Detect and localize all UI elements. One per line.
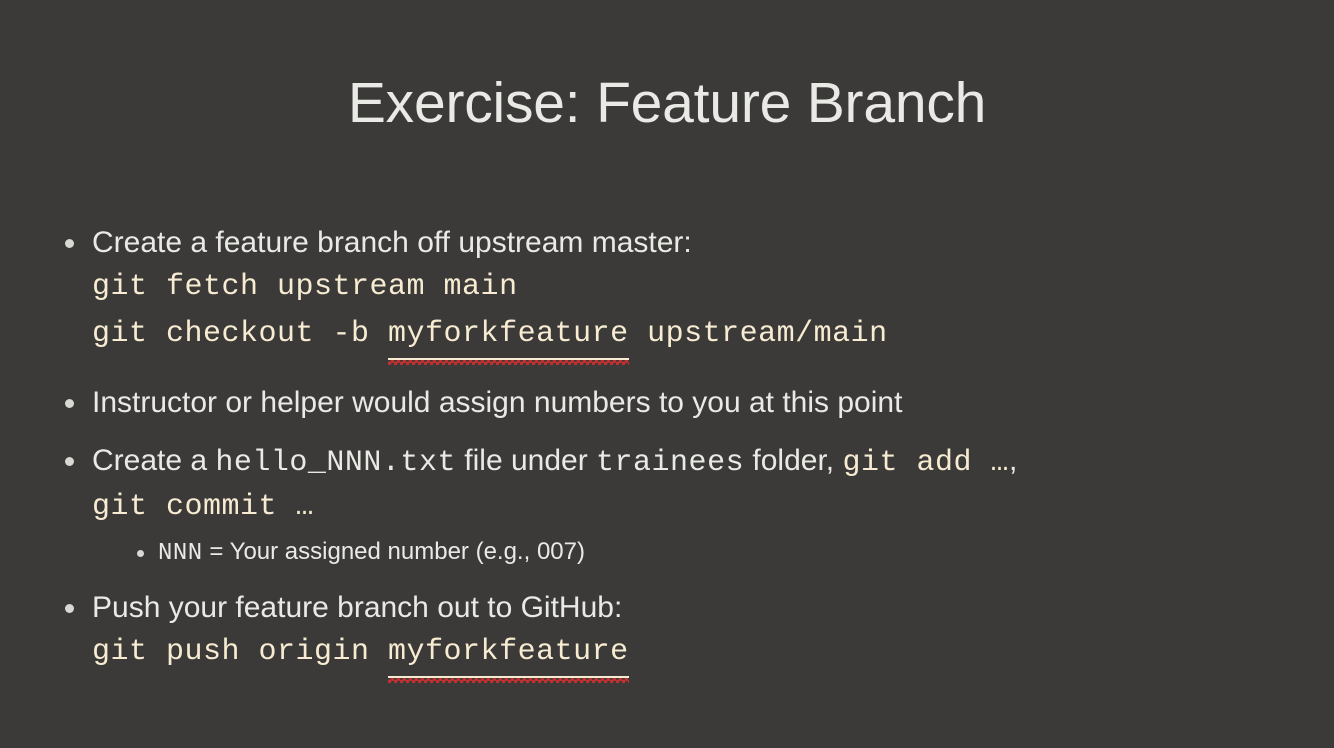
list-item: Instructor or helper would assign number… — [60, 382, 1290, 424]
sub-bullet-dot-icon — [137, 550, 144, 557]
bullet-dot-icon — [65, 239, 74, 248]
bullet-dot-icon — [65, 604, 74, 613]
bullet-3-part2: file under — [455, 444, 597, 477]
sub-bullet-text: NNN = Your assigned number (e.g., 007) — [158, 535, 1290, 571]
list-item: Create a feature branch off upstream mas… — [60, 222, 1290, 365]
code-checkout-prefix: git checkout -b — [92, 317, 389, 351]
bullet-1-code-fetch: git fetch upstream main — [92, 270, 518, 304]
bullet-3-part4: , — [1009, 444, 1018, 477]
bullet-3-part1: Create a — [92, 444, 216, 477]
folder-name-code: trainees — [596, 446, 745, 480]
bullet-1-text: Create a feature branch off upstream mas… — [92, 226, 692, 259]
bullet-2-text: Instructor or helper would assign number… — [92, 386, 903, 419]
nnn-placeholder-code: NNN — [158, 540, 203, 567]
bullet-4-text: Push your feature branch out to GitHub: — [92, 591, 623, 624]
bullet-3-part3: folder, — [744, 444, 843, 477]
code-checkout-suffix: upstream/main — [628, 317, 888, 351]
filename-code: hello_NNN.txt — [215, 446, 456, 480]
slide: Exercise: Feature Branch Create a featur… — [0, 0, 1334, 748]
sub-list-item: NNN = Your assigned number (e.g., 007) — [92, 535, 1290, 571]
bullet-3-text: Create a hello_NNN.txt file under traine… — [92, 440, 1290, 484]
slide-body: Create a feature branch off upstream mas… — [60, 222, 1290, 684]
list-item: Create a hello_NNN.txt file under traine… — [60, 440, 1290, 571]
page-title: Exercise: Feature Branch — [347, 71, 987, 135]
bullet-dot-icon — [65, 399, 74, 408]
bullet-3-code-commit: git commit … — [92, 490, 315, 524]
bullet-1-code-checkout: git checkout -b myforkfeature upstream/m… — [92, 311, 1290, 365]
list-item: Push your feature branch out to GitHub: … — [60, 587, 1290, 683]
bullet-4-code-push: git push origin myforkfeature — [92, 629, 1290, 683]
nnn-description: = Your assigned number (e.g., 007) — [202, 538, 585, 565]
bullet-dot-icon — [65, 457, 74, 466]
code-branch-name-misspelled: myforkfeature — [388, 629, 629, 683]
git-add-code: git add … — [842, 446, 1010, 480]
code-push-prefix: git push origin — [92, 635, 389, 669]
code-branch-name-misspelled: myforkfeature — [388, 311, 629, 365]
